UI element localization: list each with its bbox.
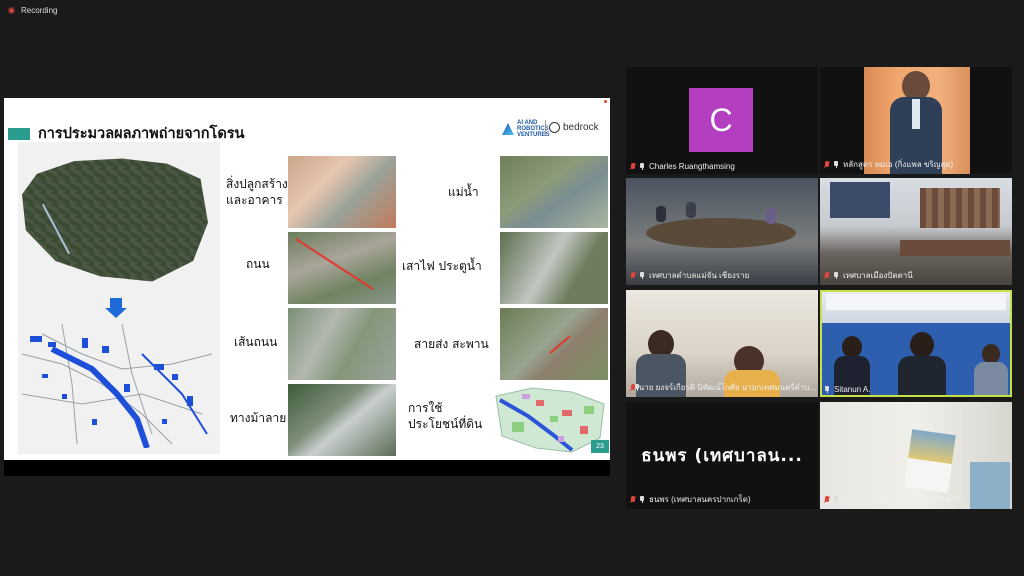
video-feed — [822, 292, 1010, 395]
ai-logo-icon — [502, 123, 514, 135]
meeting-table — [900, 240, 1010, 256]
participant-name: ธนพร (เทศบาลนครปากเกร็ด) — [649, 495, 751, 504]
recording-dot-icon — [8, 7, 15, 14]
avatar: C — [689, 88, 753, 152]
participant-name: Sitanun A. — [834, 385, 871, 394]
mic-muted-icon — [630, 162, 636, 171]
participant-name-bar: Sitanun A. — [824, 385, 870, 394]
mic-muted-icon — [824, 271, 830, 280]
participant-tile[interactable]: C Charles Ruangthamsing — [626, 67, 818, 174]
pin-icon — [833, 496, 840, 503]
person — [686, 202, 696, 218]
office-ceiling — [826, 294, 1006, 310]
shared-screen[interactable]: การประมวลผลภาพถ่ายจากโดรน AI AND ROBOTIC… — [4, 98, 610, 476]
logo-divider — [545, 120, 546, 136]
mic-muted-icon — [630, 495, 636, 504]
mic-muted-icon — [630, 383, 637, 392]
share-indicator-icon — [604, 100, 607, 103]
participant-name-bar: หลักสูตร ทมเอ (กิ่งแพล ขริญสุด) — [824, 158, 953, 171]
participant-name: ตูลนียะ อาแด เทศบาลเมืองปัตตานี — [843, 495, 962, 504]
participant-tile[interactable]: ธนพร (เทศบาลน... ธนพร (เทศบาลนครปากเกร็ด… — [626, 402, 818, 509]
participant-name-bar: ตูลนียะ อาแด เทศบาลเมืองปัตตานี — [824, 493, 961, 506]
label-crosswalk: ทางม้าลาย — [230, 411, 287, 425]
tile-buildings — [288, 156, 396, 228]
person-head — [910, 332, 934, 358]
participant-name: เทศบาลเมืองปัตตานี — [843, 271, 913, 280]
wall-calendar — [904, 429, 956, 493]
bedrock-logo-text: bedrock — [563, 122, 599, 133]
pin-icon — [639, 272, 646, 279]
ai-robotics-logo: AI AND ROBOTICS VENTURES — [502, 120, 551, 138]
wall-panels — [920, 188, 1000, 228]
participant-name-bar: ธนพร (เทศบาลนครปากเกร็ด) — [630, 493, 751, 506]
pin-icon — [824, 386, 831, 393]
presentation-screen — [830, 182, 890, 218]
tile-roads — [288, 232, 396, 304]
label-road-lines: เส้นถนน — [234, 335, 278, 349]
participant-name: นาย ยงจร์เกียรติ นิพัฒน์โกศัย นายกเทศมนต… — [638, 383, 816, 392]
mic-muted-icon — [824, 160, 830, 169]
recording-indicator[interactable]: Recording — [8, 6, 57, 15]
arrow-down-icon — [105, 298, 127, 318]
person-body — [974, 362, 1008, 395]
participant-name-bar: นาย ยงจร์เกียรติ นิพัฒน์โกศัย นายกเทศมนต… — [630, 381, 816, 394]
label-buildings: สิ่งปลูกสร้างและอาคาร — [226, 177, 288, 207]
person-head — [842, 336, 862, 358]
participant-name: Charles Ruangthamsing — [649, 162, 735, 171]
tile-road-lines — [288, 308, 396, 380]
person-head — [982, 344, 1000, 364]
overview-map — [18, 142, 220, 454]
pin-icon — [634, 384, 642, 391]
tile-crosswalk — [288, 384, 396, 456]
participant-tile[interactable]: เทศบาลเมืองปัตตานี — [820, 178, 1012, 285]
page-number: 23 — [591, 440, 609, 453]
participant-tile[interactable]: ตูลนียะ อาแด เทศบาลเมืองปัตตานี — [820, 402, 1012, 509]
mic-muted-icon — [630, 271, 636, 280]
participant-name-bar: เทศบาลตำบลแม่จัน เชียงราย — [630, 269, 749, 282]
participant-tile-active-speaker[interactable]: Sitanun A. — [820, 290, 1012, 397]
road-overlay-line — [295, 238, 374, 290]
label-powerlines-bridges: สายส่ง สะพาน — [414, 337, 489, 351]
person — [766, 208, 776, 224]
vector-map — [22, 324, 213, 448]
pin-icon — [833, 272, 840, 279]
poster — [970, 462, 1010, 509]
participant-name: หลักสูตร ทมเอ (กิ่งแพล ขริญสุด) — [843, 160, 954, 169]
tile-river — [500, 156, 608, 228]
person — [656, 206, 666, 222]
participant-name-bar: เทศบาลเมืองปัตตานี — [824, 269, 913, 282]
pin-icon — [833, 161, 840, 168]
participant-name: เทศบาลตำบลแม่จัน เชียงราย — [649, 271, 750, 280]
participant-tile[interactable]: หลักสูตร ทมเอ (กิ่งแพล ขริญสุด) — [820, 67, 1012, 174]
pin-icon — [639, 163, 646, 170]
label-land-use: การใช้ประโยชน์ที่ดิน — [408, 401, 483, 431]
participant-name-bar: Charles Ruangthamsing — [630, 162, 735, 171]
person-body — [898, 356, 946, 395]
recording-label: Recording — [21, 6, 58, 15]
bedrock-logo-icon — [549, 122, 560, 133]
powerline-overlay-line — [549, 335, 571, 354]
tile-poles-gates — [500, 232, 608, 304]
title-accent-bar — [8, 128, 30, 140]
label-poles-gates: เสาไฟ ประตูน้ำ — [402, 259, 482, 273]
label-roads: ถนน — [246, 257, 270, 271]
mic-muted-icon — [824, 495, 830, 504]
participant-tile[interactable]: นาย ยงจร์เกียรติ นิพัฒน์โกศัย นายกเทศมนต… — [626, 290, 818, 397]
shirt — [912, 99, 920, 129]
participant-display-name: ธนพร (เทศบาลน... — [641, 446, 803, 466]
label-river: แม่น้ำ — [448, 185, 479, 199]
tile-powerlines-bridges — [500, 308, 608, 380]
pin-icon — [639, 496, 646, 503]
bedrock-logo: bedrock — [549, 122, 599, 133]
participant-tile[interactable]: เทศบาลตำบลแม่จัน เชียงราย — [626, 178, 818, 285]
presentation-slide: การประมวลผลภาพถ่ายจากโดรน AI AND ROBOTIC… — [4, 98, 610, 460]
